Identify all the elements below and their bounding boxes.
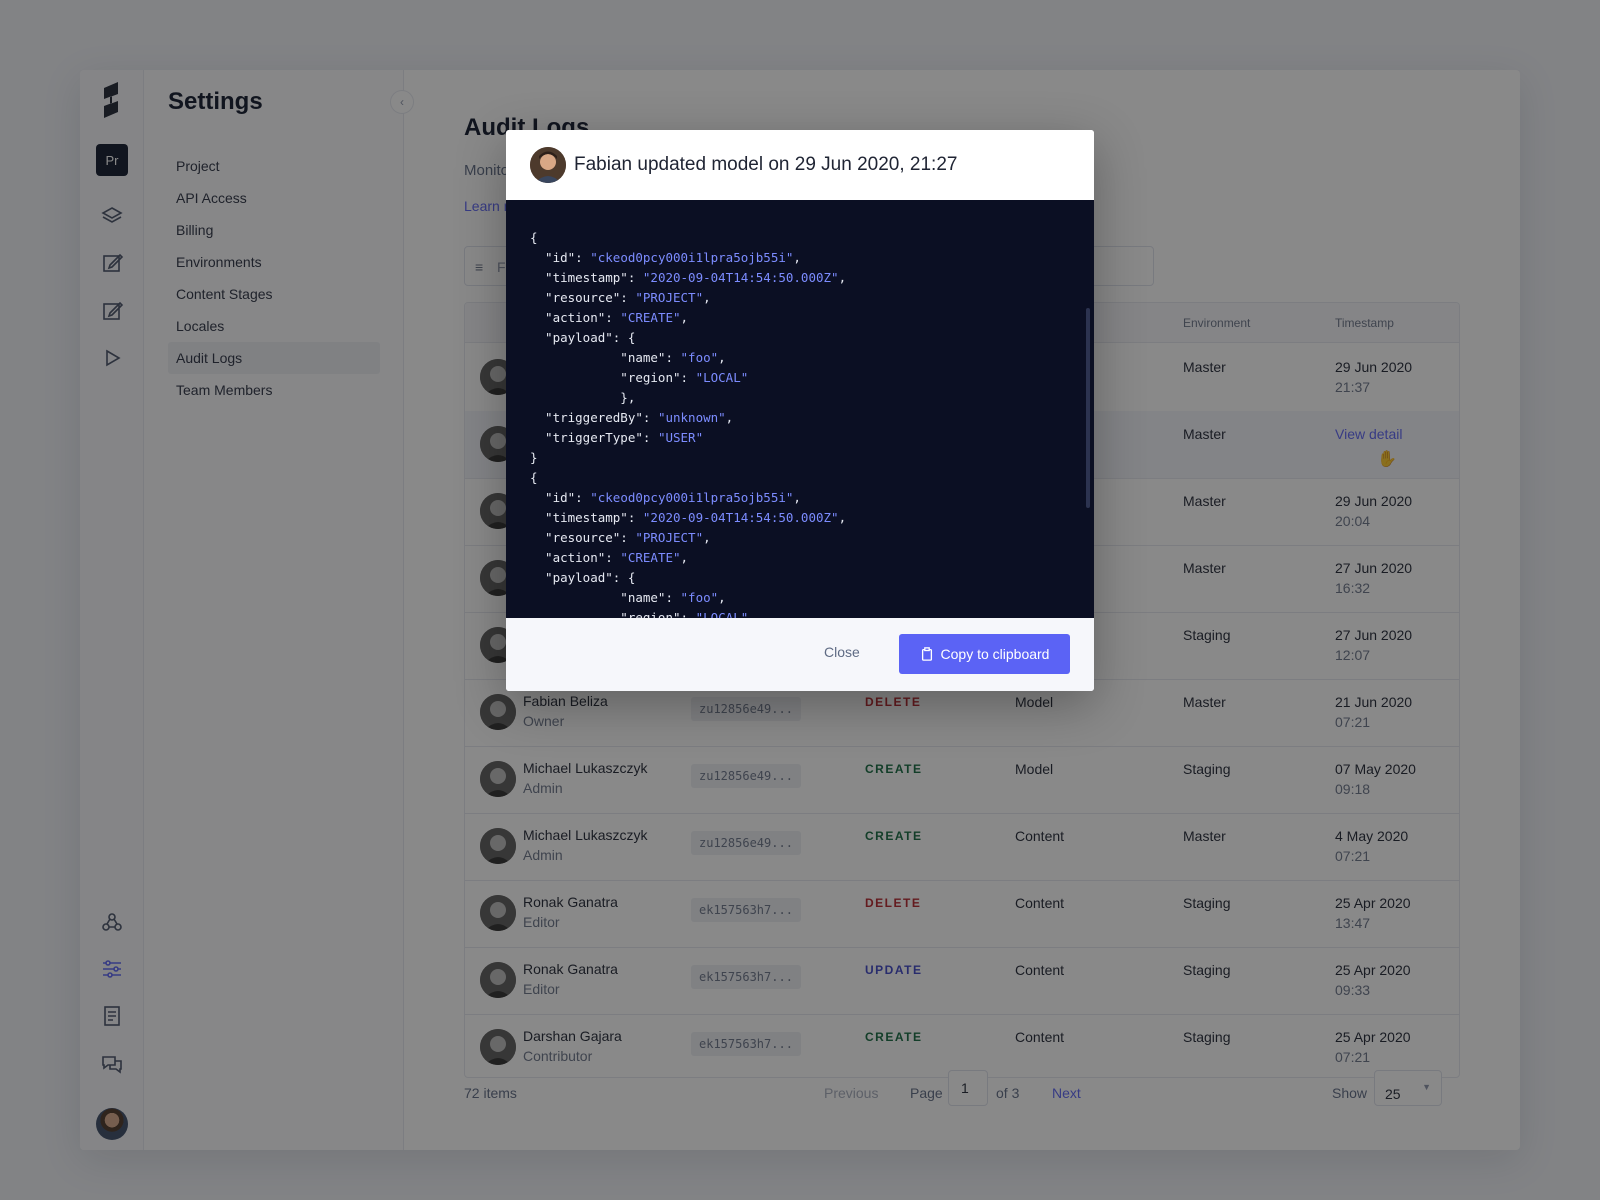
- modal-title: Fabian updated model on 29 Jun 2020, 21:…: [574, 154, 958, 175]
- copy-to-clipboard-button[interactable]: Copy to clipboard: [899, 634, 1070, 674]
- log-detail-modal: Fabian updated model on 29 Jun 2020, 21:…: [506, 130, 1094, 691]
- code-scrollbar[interactable]: [1086, 308, 1090, 508]
- json-code-block[interactable]: { "id": "ckeod0pcy000i1lpra5ojb55i", "ti…: [506, 200, 1094, 618]
- modal-footer: Close Copy to clipboard: [506, 618, 1094, 691]
- clipboard-icon: [921, 647, 932, 661]
- avatar: [530, 147, 566, 183]
- json-content: { "id": "ckeod0pcy000i1lpra5ojb55i", "ti…: [530, 230, 847, 618]
- modal-header: Fabian updated model on 29 Jun 2020, 21:…: [506, 130, 1094, 200]
- copy-button-label: Copy to clipboard: [940, 646, 1050, 662]
- close-button[interactable]: Close: [824, 644, 860, 660]
